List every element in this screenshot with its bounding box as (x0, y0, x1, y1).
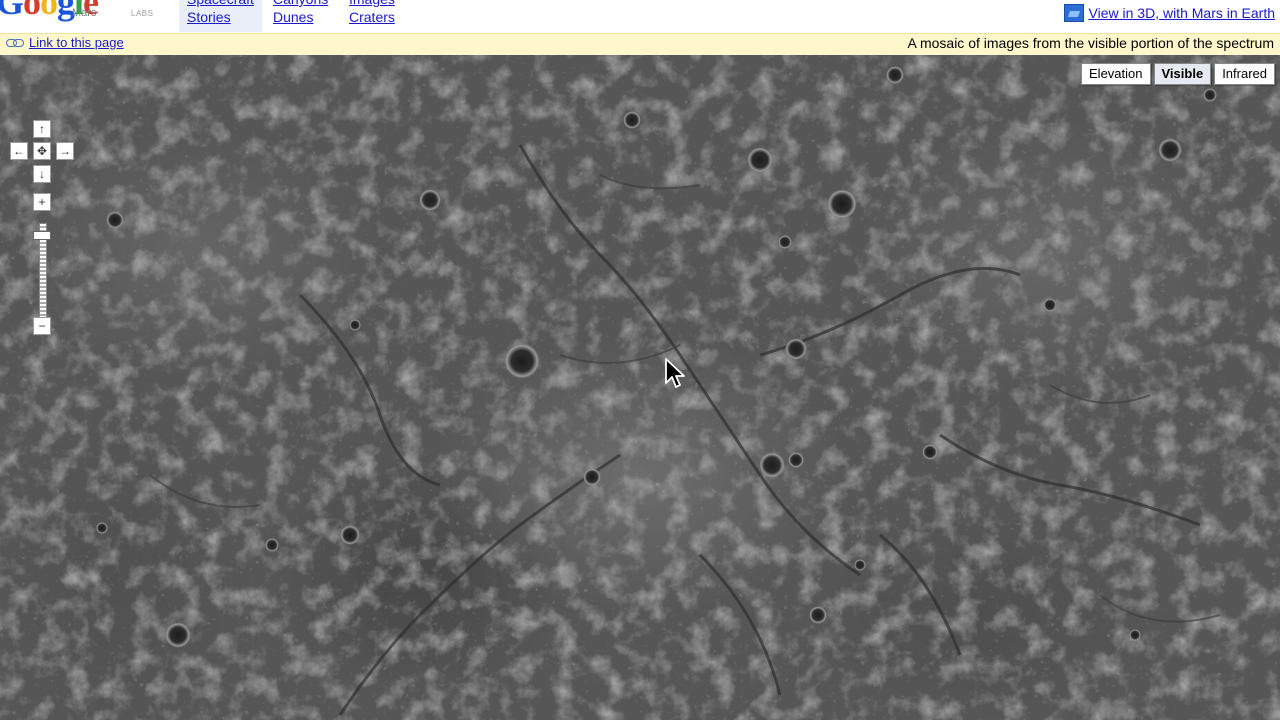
pan-left-button[interactable]: ← (10, 142, 28, 160)
nav-link-canyons[interactable]: Canyons (273, 0, 328, 8)
nav-link-spacecraft[interactable]: Spacecraft (187, 0, 254, 8)
nav-column-dunes: Canyons Dunes (273, 0, 328, 26)
chain-link-icon (6, 38, 24, 47)
mars-terrain (0, 55, 1280, 720)
mouse-pointer-icon (665, 358, 685, 388)
logo-mars-text: Mars (72, 7, 97, 19)
pan-up-button[interactable]: ↑ (33, 120, 51, 138)
pan-down-button[interactable]: ↓ (33, 165, 51, 183)
google-mars-logo[interactable]: Google Mars LABS (0, 0, 170, 26)
zoom-in-button[interactable]: + (33, 193, 51, 211)
google-earth-icon (1063, 4, 1084, 22)
nav-column-craters: Images Craters (349, 0, 395, 26)
nav-link-stories[interactable]: Stories (187, 8, 254, 26)
link-to-page[interactable]: Link to this page (6, 35, 124, 50)
map-type-selector: Elevation Visible Infrared (1081, 63, 1275, 85)
view-in-3d-link[interactable]: View in 3D, with Mars in Earth (1063, 4, 1275, 22)
logo-labs-text: LABS (131, 9, 154, 18)
nav-link-craters[interactable]: Craters (349, 8, 395, 26)
zoom-out-button[interactable]: − (33, 317, 51, 335)
pan-center-button[interactable]: ✥ (33, 142, 51, 160)
map-type-visible[interactable]: Visible (1153, 63, 1212, 85)
nav-column-stories: Spacecraft Stories (179, 0, 262, 32)
nav-link-images[interactable]: Images (349, 0, 395, 8)
map-type-infrared[interactable]: Infrared (1214, 63, 1275, 85)
mars-map-canvas[interactable]: ↑ ← ✥ → ↓ + − (0, 55, 1280, 720)
zoom-slider-handle[interactable] (33, 231, 51, 240)
nav-link-dunes[interactable]: Dunes (273, 8, 328, 26)
pan-right-button[interactable]: → (56, 142, 74, 160)
top-header: Google Mars LABS Spacecraft Stories Cany… (0, 0, 1280, 33)
link-to-page-label: Link to this page (29, 35, 124, 50)
map-navigation-control: ↑ ← ✥ → ↓ + − (8, 119, 78, 339)
view-in-3d-label: View in 3D, with Mars in Earth (1088, 5, 1275, 21)
map-type-elevation[interactable]: Elevation (1081, 63, 1151, 85)
info-bar: Link to this page A mosaic of images fro… (0, 33, 1280, 56)
map-description: A mosaic of images from the visible port… (907, 35, 1275, 51)
